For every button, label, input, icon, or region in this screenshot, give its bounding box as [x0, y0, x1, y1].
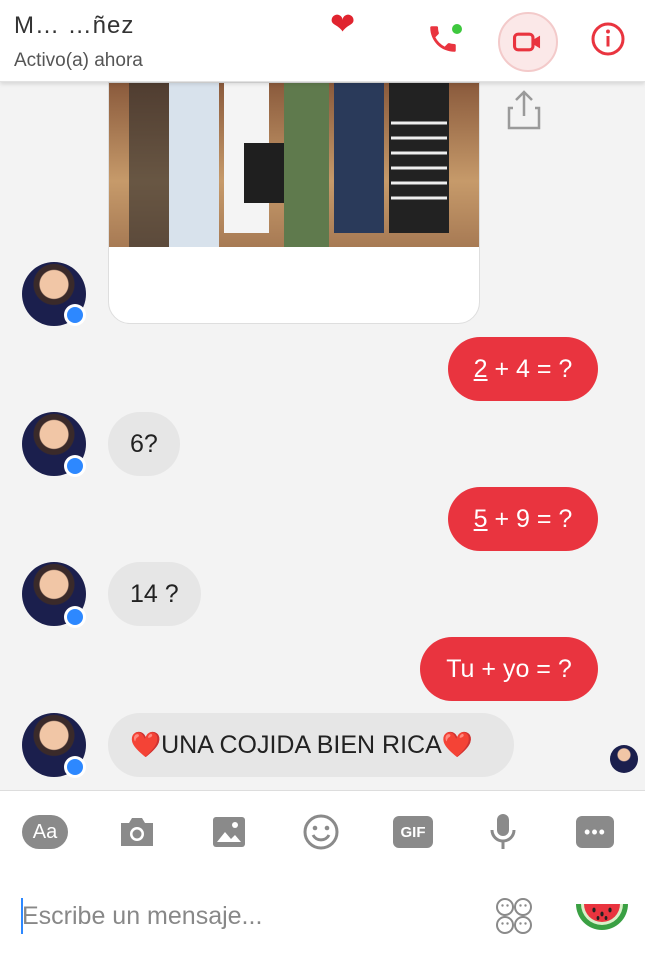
- voice-button[interactable]: [480, 809, 526, 855]
- messenger-badge: [64, 756, 86, 778]
- share-icon: [507, 90, 541, 130]
- camera-icon: [121, 818, 153, 846]
- seen-indicator-avatar: [610, 745, 638, 773]
- gif-button[interactable]: GIF: [390, 809, 436, 855]
- smiley-icon: [303, 814, 339, 850]
- incoming-message[interactable]: 6?: [108, 412, 180, 476]
- outgoing-message[interactable]: 2 + 4 = ?: [448, 337, 598, 401]
- more-label: •••: [576, 816, 614, 848]
- more-button[interactable]: •••: [572, 809, 618, 855]
- chat-header: M… …ñez ❤ Activo(a) ahora: [0, 0, 645, 82]
- sticker-button[interactable]: [494, 896, 534, 941]
- gif-label: GIF: [393, 816, 433, 848]
- image-icon: [213, 817, 245, 847]
- watermelon-icon: [576, 904, 628, 930]
- incoming-message[interactable]: 14 ?: [108, 562, 201, 626]
- message-text-underlined: 5: [473, 504, 488, 533]
- message-text: ❤️UNA COJIDA BIEN RICA❤️: [130, 730, 473, 759]
- sticker-icon: [496, 898, 532, 934]
- gallery-button[interactable]: [206, 809, 252, 855]
- heart-emoji: ❤: [330, 8, 356, 41]
- message-text: 14 ?: [130, 579, 179, 608]
- aa-label: Aa: [22, 815, 68, 849]
- outgoing-message[interactable]: Tu + yo = ?: [420, 637, 598, 701]
- video-camera-icon: [512, 32, 541, 52]
- active-status: Activo(a) ahora: [14, 50, 143, 71]
- microphone-icon: [490, 814, 516, 849]
- camera-button[interactable]: [114, 809, 160, 855]
- incoming-message[interactable]: ❤️UNA COJIDA BIEN RICA❤️: [108, 713, 514, 777]
- quick-reaction-button[interactable]: [572, 896, 632, 949]
- message-text: Tu + yo = ?: [446, 654, 572, 683]
- group-photo-illustration: [129, 83, 449, 247]
- emoji-button[interactable]: [298, 809, 344, 855]
- text-format-button[interactable]: Aa: [22, 809, 68, 855]
- info-button[interactable]: [583, 14, 633, 64]
- messenger-badge: [64, 304, 86, 326]
- text-cursor: [21, 898, 23, 934]
- share-button[interactable]: [505, 88, 543, 137]
- message-text: 6?: [130, 429, 158, 458]
- shared-image-card[interactable]: [108, 82, 480, 324]
- info-icon: [591, 22, 625, 56]
- composer-toolbar: Aa GIF •••: [0, 790, 645, 870]
- online-indicator: [452, 24, 462, 34]
- message-text-underlined: 2: [473, 354, 488, 383]
- contact-name[interactable]: M… …ñez: [14, 12, 134, 40]
- messenger-badge: [64, 455, 86, 477]
- messenger-badge: [64, 606, 86, 628]
- outgoing-message[interactable]: 5 + 9 = ?: [448, 487, 598, 551]
- call-button[interactable]: [418, 14, 468, 64]
- message-text: + 4 = ?: [487, 354, 573, 383]
- video-call-button[interactable]: [498, 12, 558, 72]
- message-text: + 9 = ?: [487, 504, 573, 533]
- shared-photo[interactable]: [109, 83, 479, 247]
- message-input[interactable]: [22, 896, 462, 936]
